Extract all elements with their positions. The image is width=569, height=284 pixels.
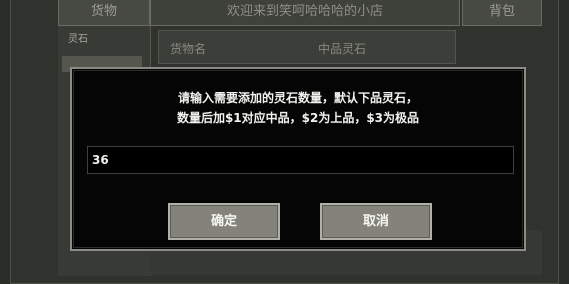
item-name-value: 中品灵石 — [318, 42, 367, 56]
tab-bag[interactable]: 背包 — [462, 0, 542, 26]
tab-goods[interactable]: 货物 — [58, 0, 150, 26]
item-name-label: 货物名 — [170, 42, 207, 56]
add-stone-dialog: 请输入需要添加的灵石数量，默认下品灵石， 数量后加$1对应中品，$2为上品，$3… — [70, 67, 526, 251]
cancel-button[interactable]: 取消 — [320, 203, 432, 240]
stone-amount-input[interactable] — [87, 146, 514, 174]
goods-list-item-lingshi[interactable]: 灵石 — [68, 30, 88, 45]
confirm-button[interactable]: 确定 — [168, 203, 280, 240]
dialog-prompt-line1: 请输入需要添加的灵石数量，默认下品灵石， — [177, 91, 418, 105]
dialog-prompt-line2: 数量后加$1对应中品，$2为上品，$3为极品 — [176, 111, 420, 125]
shop-title: 欢迎来到笑呵哈哈哈的小店 — [150, 0, 460, 26]
